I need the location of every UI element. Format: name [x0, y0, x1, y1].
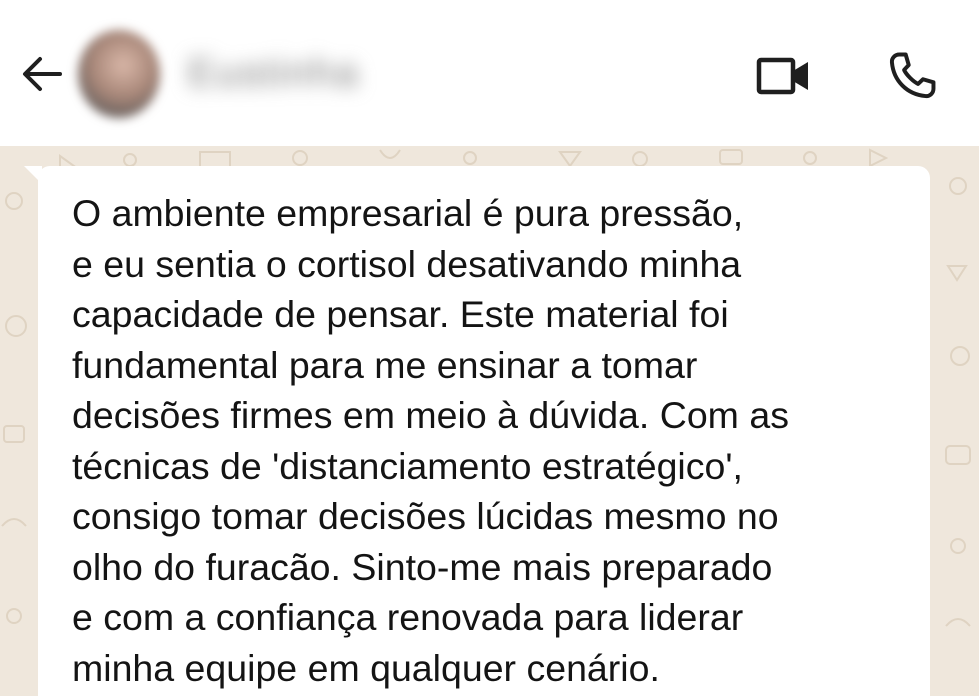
- video-call-button[interactable]: [752, 48, 816, 104]
- incoming-message-bubble[interactable]: O ambiente empresarial é pura pressão, e…: [38, 166, 930, 696]
- back-button[interactable]: [18, 50, 66, 98]
- avatar[interactable]: [78, 30, 160, 118]
- message-text: O ambiente empresarial é pura pressão, e…: [72, 192, 789, 689]
- contact-name[interactable]: Eustinha: [188, 48, 360, 98]
- voice-call-button[interactable]: [880, 44, 944, 108]
- phone-icon: [889, 52, 936, 99]
- video-camera-icon: [756, 57, 808, 95]
- arrow-left-icon: [23, 57, 62, 91]
- chat-header: Eustinha: [0, 0, 979, 146]
- chat-area[interactable]: O ambiente empresarial é pura pressão, e…: [0, 146, 979, 696]
